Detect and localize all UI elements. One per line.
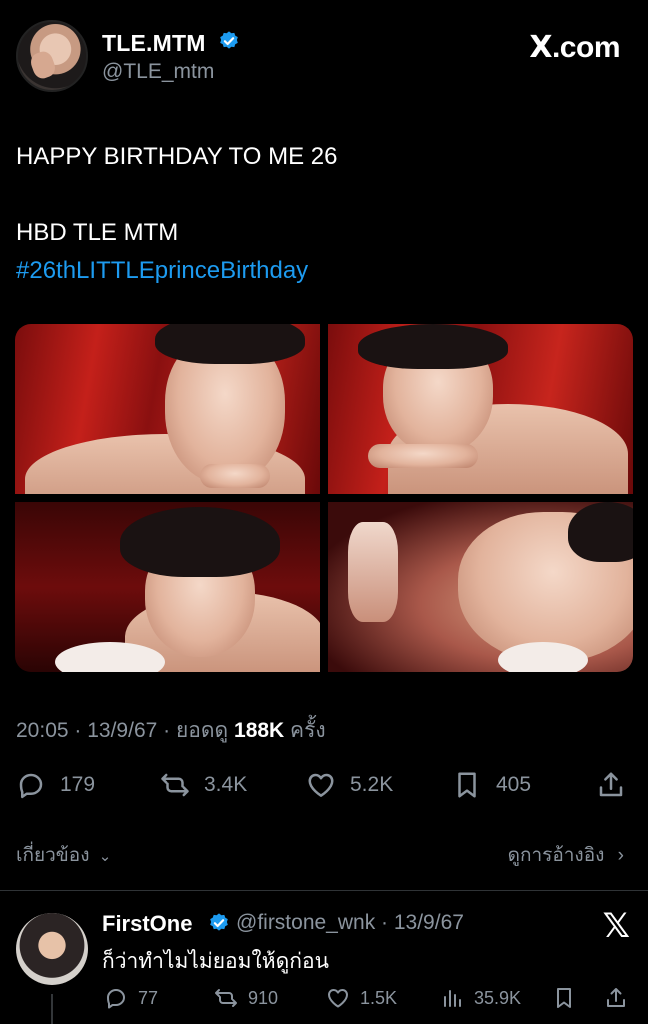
verified-badge-icon: [220, 31, 238, 49]
related-dropdown[interactable]: เกี่ยวข้อง ⌄: [16, 840, 111, 870]
x-logo-icon: 𝕏: [602, 906, 630, 946]
reply-reply-button[interactable]: 77: [104, 986, 158, 1010]
repost-count: 3.4K: [204, 773, 248, 796]
verified-badge-icon: [210, 913, 228, 931]
reply-actions: 77 910 1.5K 35.9K: [0, 982, 648, 1018]
reply-button[interactable]: 179: [16, 770, 95, 800]
share-icon: [599, 772, 623, 797]
x-com-logo: X.com: [529, 30, 620, 65]
divider: [0, 890, 648, 891]
tweet-line-1: HAPPY BIRTHDAY TO ME 26: [16, 143, 338, 170]
brand-domain: .com: [551, 31, 621, 64]
reply-like-count: 1.5K: [360, 987, 398, 1008]
bookmark-icon: [458, 772, 476, 798]
chevron-right-icon: ›: [617, 845, 624, 866]
like-icon: [328, 989, 348, 1008]
like-button[interactable]: 5.2K: [306, 770, 393, 800]
reply-like-button[interactable]: 1.5K: [326, 986, 397, 1010]
view-quotes-link[interactable]: ดูการอ้างอิง ›: [508, 840, 624, 870]
photo-4[interactable]: [328, 502, 633, 672]
bookmark-count: 405: [496, 773, 532, 796]
reply-icon: [107, 989, 125, 1009]
author-display-name[interactable]: TLE.MTM: [102, 30, 206, 57]
related-label: เกี่ยวข้อง: [16, 845, 90, 866]
reply-bookmark-button[interactable]: [552, 986, 576, 1010]
views-label: ยอดดู: [175, 719, 235, 742]
reply-views-count: 35.9K: [474, 987, 522, 1008]
views-count: 188K: [234, 719, 285, 742]
x-logo-icon: X: [529, 30, 552, 65]
repost-button[interactable]: 3.4K: [160, 770, 247, 800]
reply-handle-date[interactable]: @firstone_wnk · 13/9/67: [236, 911, 464, 935]
like-icon: [308, 773, 334, 797]
reply-repost-count: 910: [248, 987, 279, 1008]
tweet-line-2: HBD TLE MTM: [16, 219, 179, 246]
bookmark-icon: [557, 988, 571, 1008]
like-count: 5.2K: [350, 773, 394, 796]
quotes-label: ดูการอ้างอิง: [507, 845, 605, 866]
bookmark-button[interactable]: 405: [452, 770, 531, 800]
author-avatar[interactable]: [16, 20, 88, 92]
author-handle[interactable]: @TLE_mtm: [102, 60, 214, 84]
reply-text: ก็ว่าทำไมไม่ยอมให้ดูก่อน: [102, 949, 329, 973]
repost-icon: [161, 773, 189, 797]
tweet-time[interactable]: 20:05: [16, 719, 69, 742]
reply-count: 179: [60, 773, 96, 796]
meta-separator: ·: [157, 719, 176, 742]
hashtag-link[interactable]: #26thLITTLEprinceBirthday: [16, 252, 626, 290]
tweet-text: HAPPY BIRTHDAY TO ME 26 HBD TLE MTM #26t…: [16, 138, 626, 290]
views-icon: [444, 990, 461, 1007]
photo-3[interactable]: [15, 502, 320, 672]
tweet-date[interactable]: 13/9/67: [87, 719, 157, 742]
reply-repost-button[interactable]: 910: [214, 986, 278, 1010]
repost-icon: [215, 989, 237, 1007]
photo-2[interactable]: [328, 324, 633, 494]
reply-icon: [19, 773, 43, 799]
tweet-actions: 179 3.4K 5.2K 405: [0, 760, 648, 810]
reply-display-name[interactable]: FirstOne: [102, 911, 192, 937]
views-suffix: ครั้ง: [284, 719, 326, 742]
reply-reply-count: 77: [138, 987, 159, 1008]
reply-views-button[interactable]: 35.9K: [440, 986, 521, 1010]
share-icon: [607, 988, 625, 1007]
share-button[interactable]: [596, 770, 626, 800]
reply-author-avatar[interactable]: [16, 913, 88, 985]
tweet-media-grid: [15, 324, 633, 672]
reply-share-button[interactable]: [604, 986, 628, 1010]
meta-separator: ·: [68, 719, 88, 742]
tweet-header: TLE.MTM @TLE_mtm X.com: [0, 0, 648, 100]
photo-1[interactable]: [15, 324, 320, 494]
chevron-down-icon: ⌄: [98, 848, 112, 865]
tweet-meta: 20:05 · 13/9/67 · ยอดดู 188K ครั้ง: [16, 714, 326, 747]
